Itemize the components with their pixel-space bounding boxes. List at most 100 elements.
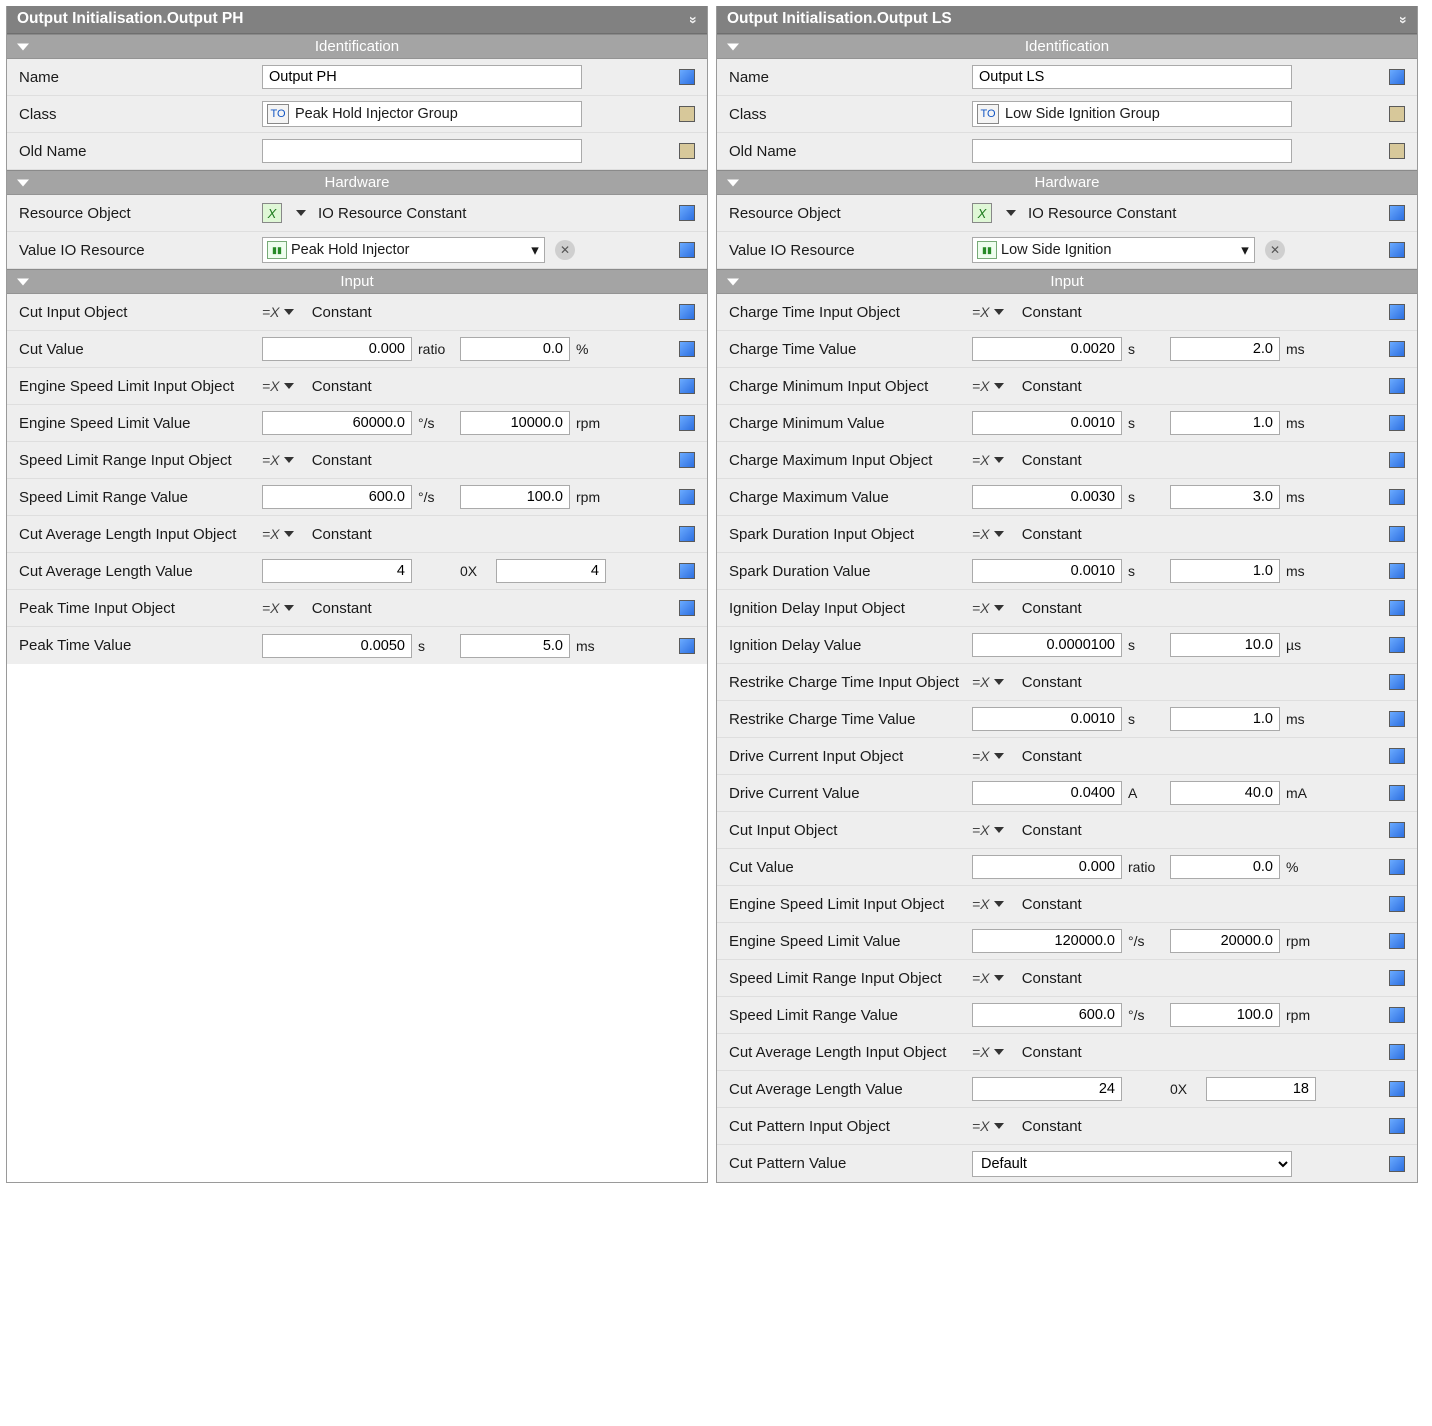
- value-input-primary[interactable]: [262, 485, 412, 509]
- property-marker-icon[interactable]: [1389, 1118, 1405, 1134]
- collapse-icon[interactable]: »: [1396, 16, 1412, 22]
- value-input-secondary[interactable]: [1170, 411, 1280, 435]
- property-marker-icon[interactable]: [1389, 600, 1405, 616]
- text-input[interactable]: [972, 139, 1292, 163]
- class-dropdown[interactable]: TOLow Side Ignition Group: [972, 101, 1292, 127]
- constant-selector[interactable]: =X: [972, 304, 1012, 320]
- value-input-secondary[interactable]: [1170, 337, 1280, 361]
- value-input-primary[interactable]: [972, 411, 1122, 435]
- value-input-secondary[interactable]: [1170, 929, 1280, 953]
- section-header-identification[interactable]: Identification: [717, 34, 1417, 59]
- value-input-primary[interactable]: [262, 559, 412, 583]
- property-marker-icon[interactable]: [1389, 205, 1405, 221]
- property-marker-icon[interactable]: [1389, 526, 1405, 542]
- io-resource-dropdown[interactable]: ▮▮Peak Hold Injector▾: [262, 237, 545, 263]
- section-header-hardware[interactable]: Hardware: [717, 170, 1417, 195]
- value-input-primary[interactable]: [972, 337, 1122, 361]
- property-marker-icon[interactable]: [1389, 674, 1405, 690]
- property-marker-icon[interactable]: [1389, 933, 1405, 949]
- property-marker-icon[interactable]: [1389, 637, 1405, 653]
- text-input[interactable]: [972, 65, 1292, 89]
- value-input-secondary[interactable]: [1170, 707, 1280, 731]
- property-marker-icon[interactable]: [679, 638, 695, 654]
- value-input-primary[interactable]: [972, 1077, 1122, 1101]
- value-input-secondary[interactable]: [1170, 781, 1280, 805]
- property-marker-icon[interactable]: [1389, 341, 1405, 357]
- panel-title[interactable]: Output Initialisation.Output PH»: [7, 6, 707, 34]
- value-input-secondary[interactable]: [1170, 559, 1280, 583]
- constant-selector[interactable]: =X: [972, 822, 1012, 838]
- constant-selector[interactable]: =X: [262, 304, 302, 320]
- property-marker-icon[interactable]: [1389, 859, 1405, 875]
- property-marker-icon[interactable]: [679, 378, 695, 394]
- constant-selector[interactable]: =X: [972, 970, 1012, 986]
- property-marker-icon[interactable]: [1389, 711, 1405, 727]
- value-input-primary[interactable]: [262, 411, 412, 435]
- value-input-secondary[interactable]: [460, 411, 570, 435]
- constant-selector[interactable]: =X: [972, 1044, 1012, 1060]
- constant-selector[interactable]: =X: [972, 600, 1012, 616]
- value-input-primary[interactable]: [262, 634, 412, 658]
- property-marker-icon[interactable]: [679, 242, 695, 258]
- value-input-secondary[interactable]: [460, 485, 570, 509]
- value-input-secondary[interactable]: [1206, 1077, 1316, 1101]
- constant-selector[interactable]: =X: [262, 452, 302, 468]
- value-input-secondary[interactable]: [460, 337, 570, 361]
- clear-button[interactable]: ✕: [1265, 240, 1285, 260]
- property-marker-icon[interactable]: [679, 205, 695, 221]
- chevron-down-icon[interactable]: [296, 210, 306, 216]
- value-input-secondary[interactable]: [1170, 855, 1280, 879]
- panel-title[interactable]: Output Initialisation.Output LS»: [717, 6, 1417, 34]
- property-marker-icon[interactable]: [1389, 970, 1405, 986]
- section-header-input[interactable]: Input: [7, 269, 707, 294]
- value-input-primary[interactable]: [972, 707, 1122, 731]
- constant-selector[interactable]: =X: [262, 600, 302, 616]
- value-input-primary[interactable]: [972, 1003, 1122, 1027]
- property-marker-icon[interactable]: [1389, 1044, 1405, 1060]
- text-input[interactable]: [262, 139, 582, 163]
- value-input-primary[interactable]: [972, 781, 1122, 805]
- property-marker-icon[interactable]: [1389, 242, 1405, 258]
- constant-selector[interactable]: =X: [972, 748, 1012, 764]
- property-marker-icon[interactable]: [1389, 304, 1405, 320]
- property-marker-icon[interactable]: [679, 69, 695, 85]
- value-input-primary[interactable]: [262, 337, 412, 361]
- property-marker-icon[interactable]: [1389, 1081, 1405, 1097]
- constant-selector[interactable]: =X: [262, 378, 302, 394]
- value-input-primary[interactable]: [972, 929, 1122, 953]
- value-input-secondary[interactable]: [1170, 633, 1280, 657]
- property-marker-icon[interactable]: [679, 341, 695, 357]
- property-marker-icon[interactable]: [679, 415, 695, 431]
- property-marker-icon[interactable]: [1389, 896, 1405, 912]
- constant-selector[interactable]: =X: [972, 526, 1012, 542]
- value-input-secondary[interactable]: [1170, 1003, 1280, 1027]
- property-marker-icon[interactable]: [679, 600, 695, 616]
- text-input[interactable]: [262, 65, 582, 89]
- value-input-primary[interactable]: [972, 485, 1122, 509]
- constant-selector[interactable]: =X: [972, 674, 1012, 690]
- value-input-secondary[interactable]: [496, 559, 606, 583]
- constant-selector[interactable]: =X: [972, 1118, 1012, 1134]
- value-input-secondary[interactable]: [1170, 485, 1280, 509]
- section-header-identification[interactable]: Identification: [7, 34, 707, 59]
- property-marker-icon[interactable]: [679, 489, 695, 505]
- value-input-primary[interactable]: [972, 559, 1122, 583]
- pattern-select[interactable]: Default: [972, 1151, 1292, 1177]
- property-marker-icon[interactable]: [679, 452, 695, 468]
- collapse-icon[interactable]: »: [686, 16, 702, 22]
- property-marker-icon[interactable]: [1389, 106, 1405, 122]
- class-dropdown[interactable]: TOPeak Hold Injector Group: [262, 101, 582, 127]
- io-resource-dropdown[interactable]: ▮▮Low Side Ignition▾: [972, 237, 1255, 263]
- constant-selector[interactable]: =X: [972, 896, 1012, 912]
- clear-button[interactable]: ✕: [555, 240, 575, 260]
- property-marker-icon[interactable]: [679, 143, 695, 159]
- value-input-secondary[interactable]: [460, 634, 570, 658]
- chevron-down-icon[interactable]: [1006, 210, 1016, 216]
- property-marker-icon[interactable]: [679, 563, 695, 579]
- property-marker-icon[interactable]: [1389, 1156, 1405, 1172]
- value-input-primary[interactable]: [972, 855, 1122, 879]
- property-marker-icon[interactable]: [1389, 748, 1405, 764]
- property-marker-icon[interactable]: [1389, 563, 1405, 579]
- property-marker-icon[interactable]: [679, 304, 695, 320]
- constant-selector[interactable]: =X: [972, 378, 1012, 394]
